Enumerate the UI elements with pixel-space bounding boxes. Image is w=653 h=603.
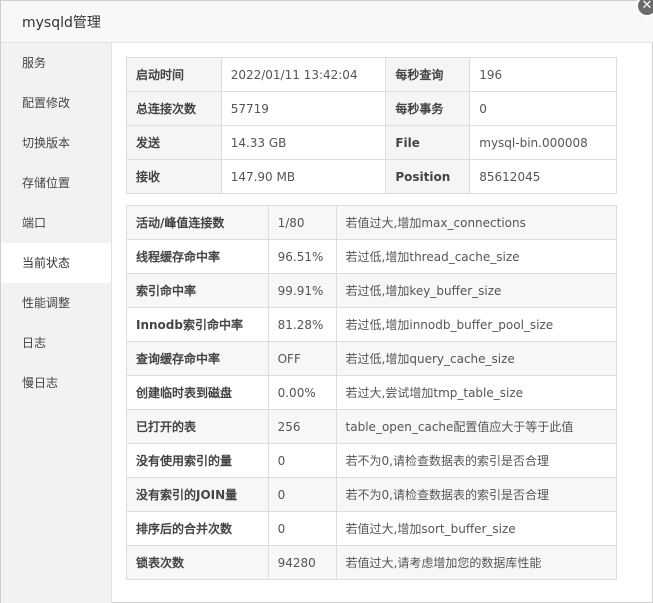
metric-row: 没有索引的JOIN量 0 若不为0,请检查数据表的索引是否合理 bbox=[126, 477, 618, 512]
metric-value: OFF bbox=[267, 341, 337, 376]
metric-value: 96.51% bbox=[267, 239, 337, 274]
sidebar-item-log[interactable]: 日志 bbox=[1, 323, 111, 363]
summary-key: 接收 bbox=[126, 159, 222, 194]
metric-name: 没有使用索引的量 bbox=[126, 443, 269, 478]
metric-hint: 若过低,增加key_buffer_size bbox=[335, 273, 618, 308]
summary-key: 每秒事务 bbox=[385, 91, 471, 126]
metric-value: 0 bbox=[267, 511, 337, 546]
metric-name: 索引命中率 bbox=[126, 273, 269, 308]
metric-value: 1/80 bbox=[267, 205, 337, 240]
summary-key: 总连接次数 bbox=[126, 91, 222, 126]
metric-row: 查询缓存命中率 OFF 若过低,增加query_cache_size bbox=[126, 341, 618, 376]
summary-key: 启动时间 bbox=[126, 57, 222, 92]
summary-row: 启动时间 2022/01/11 13:42:04 每秒查询 196 bbox=[126, 57, 617, 92]
metric-name: 已打开的表 bbox=[126, 409, 269, 444]
metric-row: 锁表次数 94280 若值过大,请考虑增加您的数据库性能 bbox=[126, 545, 618, 580]
sidebar-item-switch-version[interactable]: 切换版本 bbox=[1, 123, 111, 163]
mysqld-dialog: mysqld管理 服务 配置修改 切换版本 存储位置 端口 当前状态 性能调整 … bbox=[0, 0, 653, 603]
metric-row: 索引命中率 99.91% 若过低,增加key_buffer_size bbox=[126, 273, 618, 308]
metric-row: 创建临时表到磁盘 0.00% 若过大,尝试增加tmp_table_size bbox=[126, 375, 618, 410]
summary-key: 发送 bbox=[126, 125, 222, 160]
dialog-title: mysqld管理 bbox=[22, 15, 101, 31]
metric-value: 94280 bbox=[267, 545, 337, 580]
metric-name: 查询缓存命中率 bbox=[126, 341, 269, 376]
summary-value: 85612045 bbox=[469, 159, 617, 194]
summary-row: 总连接次数 57719 每秒事务 0 bbox=[126, 91, 617, 126]
metric-hint: 若过低,增加query_cache_size bbox=[335, 341, 618, 376]
metric-name: 创建临时表到磁盘 bbox=[126, 375, 269, 410]
metric-row: 已打开的表 256 table_open_cache配置值应大于等于此值 bbox=[126, 409, 618, 444]
sidebar-item-slow-log[interactable]: 慢日志 bbox=[1, 363, 111, 403]
metric-hint: 若过低,增加thread_cache_size bbox=[335, 239, 618, 274]
metric-row: 没有使用索引的量 0 若不为0,请检查数据表的索引是否合理 bbox=[126, 443, 618, 478]
metric-name: 没有索引的JOIN量 bbox=[126, 477, 269, 512]
metric-value: 81.28% bbox=[267, 307, 337, 342]
metric-hint: 若过大,尝试增加tmp_table_size bbox=[335, 375, 618, 410]
metric-value: 0.00% bbox=[267, 375, 337, 410]
metric-hint: 若过低,增加innodb_buffer_pool_size bbox=[335, 307, 618, 342]
summary-value: 0 bbox=[469, 91, 617, 126]
summary-value: 147.90 MB bbox=[220, 159, 387, 194]
metric-hint: 若不为0,请检查数据表的索引是否合理 bbox=[335, 443, 618, 478]
metric-hint: 若值过大,请考虑增加您的数据库性能 bbox=[335, 545, 618, 580]
summary-key: File bbox=[385, 125, 471, 160]
sidebar-item-service[interactable]: 服务 bbox=[1, 43, 111, 83]
metric-name: Innodb索引命中率 bbox=[126, 307, 269, 342]
metric-value: 99.91% bbox=[267, 273, 337, 308]
metric-hint: 若不为0,请检查数据表的索引是否合理 bbox=[335, 477, 618, 512]
summary-row: 接收 147.90 MB Position 85612045 bbox=[126, 159, 617, 194]
sidebar: 服务 配置修改 切换版本 存储位置 端口 当前状态 性能调整 日志 慢日志 bbox=[1, 43, 112, 603]
summary-value: mysql-bin.000008 bbox=[469, 125, 617, 160]
summary-table: 启动时间 2022/01/11 13:42:04 每秒查询 196 总连接次数 57719… bbox=[126, 57, 617, 194]
metric-value: 0 bbox=[267, 443, 337, 478]
metric-hint: 若值过大,增加max_connections bbox=[335, 205, 618, 240]
metric-name: 排序后的合并次数 bbox=[126, 511, 269, 546]
metric-hint: table_open_cache配置值应大于等于此值 bbox=[335, 409, 618, 444]
sidebar-item-status[interactable]: 当前状态 bbox=[1, 243, 111, 283]
sidebar-item-performance[interactable]: 性能调整 bbox=[1, 283, 111, 323]
metric-name: 锁表次数 bbox=[126, 545, 269, 580]
metric-value: 0 bbox=[267, 477, 337, 512]
sidebar-item-storage[interactable]: 存储位置 bbox=[1, 163, 111, 203]
summary-row: 发送 14.33 GB File mysql-bin.000008 bbox=[126, 125, 617, 160]
metric-row: 排序后的合并次数 0 若值过大,增加sort_buffer_size bbox=[126, 511, 618, 546]
metric-row: 活动/峰值连接数 1/80 若值过大,增加max_connections bbox=[126, 205, 618, 240]
metric-hint: 若值过大,增加sort_buffer_size bbox=[335, 511, 618, 546]
metric-name: 线程缓存命中率 bbox=[126, 239, 269, 274]
summary-value: 196 bbox=[469, 57, 617, 92]
sidebar-item-port[interactable]: 端口 bbox=[1, 203, 111, 243]
summary-key: 每秒查询 bbox=[385, 57, 471, 92]
metric-row: Innodb索引命中率 81.28% 若过低,增加innodb_buffer_poo… bbox=[126, 307, 618, 342]
summary-value: 14.33 GB bbox=[220, 125, 387, 160]
status-panel: 启动时间 2022/01/11 13:42:04 每秒查询 196 总连接次数 57719… bbox=[126, 57, 618, 580]
summary-value: 2022/01/11 13:42:04 bbox=[220, 57, 387, 92]
dialog-titlebar: mysqld管理 bbox=[1, 1, 653, 43]
metric-value: 256 bbox=[267, 409, 337, 444]
summary-value: 57719 bbox=[220, 91, 387, 126]
summary-key: Position bbox=[385, 159, 471, 194]
sidebar-item-config[interactable]: 配置修改 bbox=[1, 83, 111, 123]
metrics-table: 活动/峰值连接数 1/80 若值过大,增加max_connections 线程缓存命中… bbox=[126, 205, 618, 580]
metric-row: 线程缓存命中率 96.51% 若过低,增加thread_cache_size bbox=[126, 239, 618, 274]
metric-name: 活动/峰值连接数 bbox=[126, 205, 269, 240]
